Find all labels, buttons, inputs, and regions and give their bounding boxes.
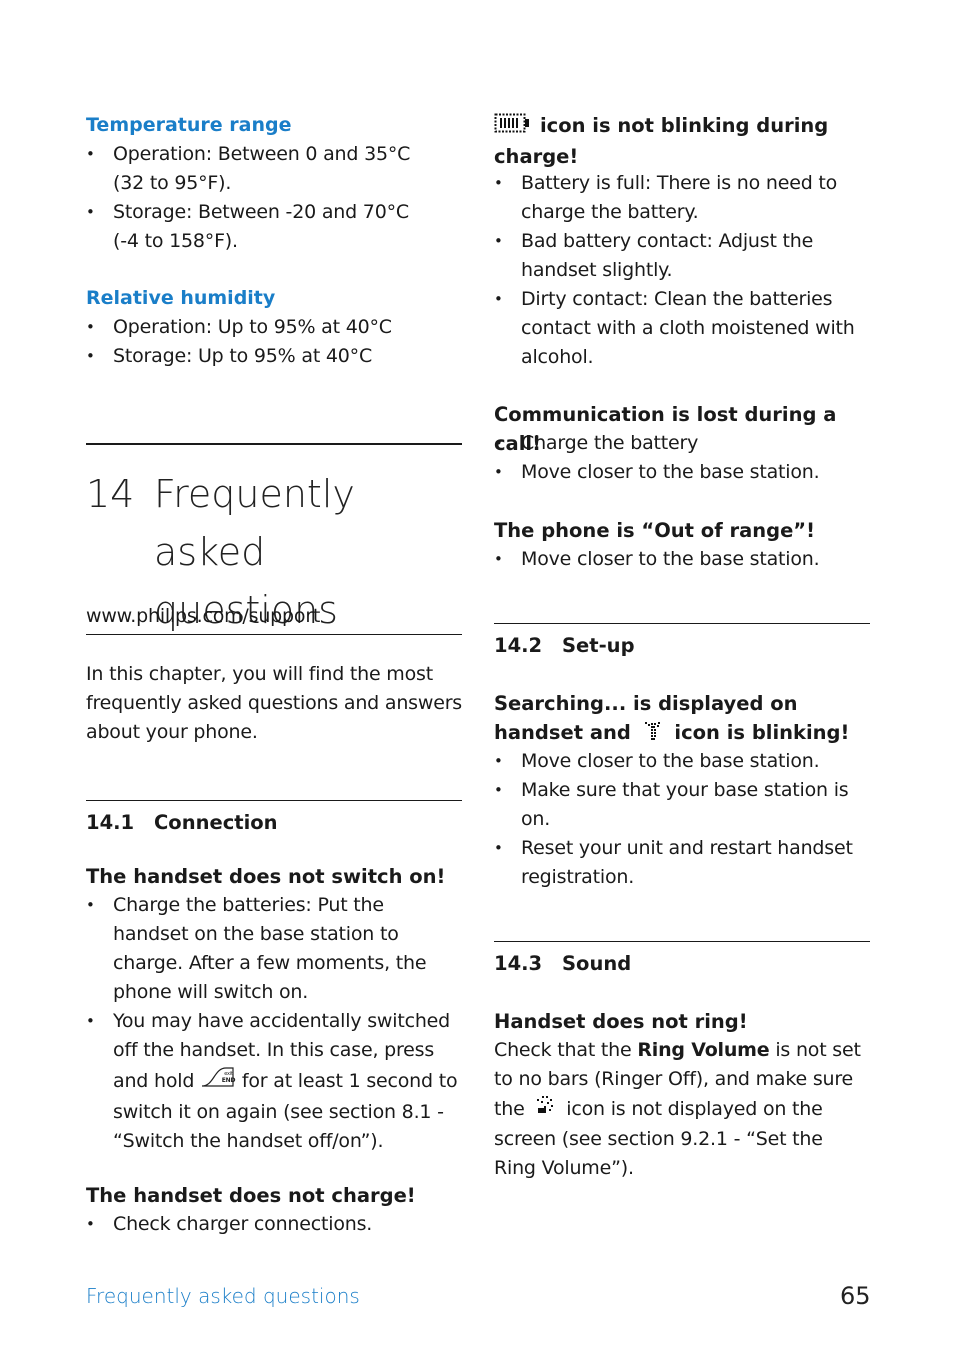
section-14-1-heading: 14.1 Connection (86, 808, 462, 837)
humidity-list: Operation: Up to 95% at 40°C Storage: Up… (86, 313, 462, 371)
end-key-icon: exit END (200, 1065, 236, 1098)
battery-icon (494, 112, 532, 142)
section-divider (494, 623, 870, 624)
temperature-list: Operation: Between 0 and 35°C (32 to 95°… (86, 140, 462, 256)
battery-list: Battery is full: There is no need to cha… (494, 169, 870, 372)
list-item: Make sure that your base station is on. (494, 776, 870, 834)
intro-paragraph: In this chapter, you will find the most … (86, 663, 463, 743)
temperature-heading: Temperature range (86, 114, 292, 136)
paragraph-text: Check that the (494, 1039, 632, 1061)
list-item: Charge the batteries: Put the handset on… (86, 891, 462, 1007)
humidity-heading: Relative humidity (86, 287, 276, 309)
question-heading: The phone is “Out of range”! (494, 519, 816, 542)
question-heading: icon is not blinking during charge! (494, 111, 870, 171)
section-number: 14.1 (86, 811, 135, 834)
section-divider (494, 941, 870, 942)
switch-on-list: Charge the batteries: Put the handset on… (86, 891, 462, 1156)
question-heading-text: icon is blinking! (674, 721, 850, 744)
searching-list: Move closer to the base station. Make su… (494, 747, 870, 892)
ringer-off-icon (534, 1094, 556, 1125)
question-heading: The handset does not charge! (86, 1184, 416, 1207)
support-url[interactable]: www.philips.com/support (86, 602, 462, 631)
list-item: Storage: Up to 95% at 40°C (86, 342, 462, 371)
list-item: Check charger connections. (86, 1210, 462, 1239)
list-item: Move closer to the base station. (494, 545, 870, 574)
list-item: Battery is full: There is no need to cha… (494, 169, 870, 227)
section-14-2-heading: 14.2 Set-up (494, 631, 870, 660)
section-title: Connection (154, 811, 278, 834)
question-heading: Handset does not ring! (494, 1010, 748, 1033)
list-item: Reset your unit and restart handset regi… (494, 834, 870, 892)
question-heading-text: icon is not blinking during charge! (494, 114, 829, 168)
charge-list: Check charger connections. (86, 1210, 462, 1239)
question-heading: Searching... is displayed on handset and… (494, 689, 870, 749)
chapter-divider (86, 443, 462, 445)
list-item: Charge the battery (494, 429, 870, 458)
url-divider (86, 634, 462, 635)
antenna-icon (642, 719, 664, 749)
list-item: Move closer to the base station. (494, 747, 870, 776)
section-title: Sound (562, 952, 632, 975)
list-item: Operation: Between 0 and 35°C (32 to 95°… (86, 140, 413, 198)
list-item: Storage: Between -20 and 70°C (-4 to 158… (86, 198, 413, 256)
section-number: 14.2 (494, 634, 543, 657)
list-item: Dirty contact: Clean the batteries conta… (494, 285, 870, 372)
list-item: Bad battery contact: Adjust the handset … (494, 227, 870, 285)
comm-lost-list: Charge the battery Move closer to the ba… (494, 429, 870, 487)
section-14-3-heading: 14.3 Sound (494, 949, 870, 978)
ring-paragraph: Check that the Ring Volume is not set to… (494, 1036, 870, 1183)
section-title: Set-up (562, 634, 635, 657)
out-of-range-list: Move closer to the base station. (494, 545, 870, 574)
footer-section-title: Frequently asked questions (86, 1284, 360, 1308)
question-heading: The handset does not switch on! (86, 865, 446, 888)
page-number: 65 (840, 1282, 871, 1310)
list-item: Operation: Up to 95% at 40°C (86, 313, 462, 342)
list-item: Move closer to the base station. (494, 458, 870, 487)
chapter-number: 14 (86, 472, 135, 516)
section-number: 14.3 (494, 952, 543, 975)
svg-text:END: END (222, 1077, 236, 1084)
list-item: You may have accidentally switched off t… (86, 1007, 462, 1156)
section-divider (86, 800, 462, 801)
ring-volume-label: Ring Volume (637, 1039, 770, 1061)
